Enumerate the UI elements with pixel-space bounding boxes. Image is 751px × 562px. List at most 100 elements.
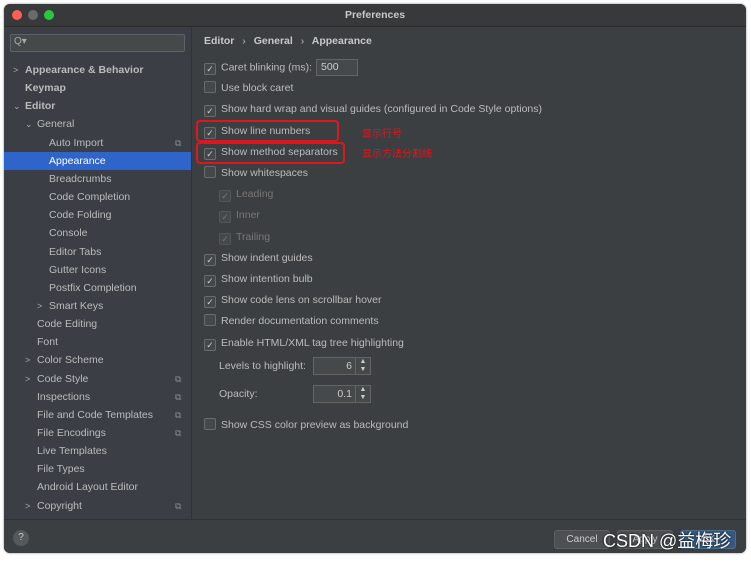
sidebar-item[interactable]: Postfix Completion <box>4 279 191 297</box>
sidebar-item[interactable]: Keymap <box>4 79 191 97</box>
option-checkbox[interactable]: ✓ Show indent guides <box>204 250 313 266</box>
sidebar-item-label: Appearance <box>49 154 106 167</box>
sidebar-item[interactable]: Font <box>4 333 191 351</box>
highlight-box-line-numbers <box>196 120 339 142</box>
sidebar-item[interactable]: > Copyright ⧉ <box>4 497 191 515</box>
sidebar-item-label: Android Layout Editor <box>37 481 138 494</box>
sidebar-item-label: Code Style <box>37 372 89 385</box>
option-checkbox[interactable]: ✓ Trailing <box>219 229 270 245</box>
checkmark-icon[interactable]: ✓ <box>219 190 231 203</box>
sidebar-item[interactable]: Editor Tabs <box>4 243 191 261</box>
chevron-down-icon[interactable]: ⌄ <box>25 115 33 133</box>
minimize-button[interactable] <box>28 10 38 20</box>
checkbox-label: Show indent guides <box>221 251 313 264</box>
sidebar-item[interactable]: Code Editing <box>4 315 191 333</box>
checkbox-icon[interactable] <box>204 81 216 94</box>
sidebar-item[interactable]: > Smart Keys <box>4 297 191 315</box>
spinner-arrows-icon[interactable]: ▲ ▼ <box>355 386 370 402</box>
sidebar-item-label: Gutter Icons <box>49 263 107 276</box>
sidebar-item[interactable]: > Appearance & Behavior <box>4 61 191 79</box>
option-checkbox[interactable]: Show whitespaces <box>204 165 308 181</box>
checkmark-icon[interactable]: ✓ <box>219 211 231 224</box>
sidebar-item[interactable]: Android Layout Editor <box>4 478 191 496</box>
sidebar-item-label: Code Editing <box>37 318 98 331</box>
option-checkbox[interactable]: ✓ Show hard wrap and visual guides (confi… <box>204 101 542 118</box>
checkbox-icon[interactable] <box>204 418 216 430</box>
option-checkbox[interactable]: Use block caret <box>204 80 293 96</box>
sidebar-item[interactable]: Auto Import ⧉ <box>4 134 191 152</box>
sidebar-item[interactable]: File Types <box>4 460 191 478</box>
checkmark-icon[interactable]: ✓ <box>204 105 216 118</box>
checkbox-label: Leading <box>236 188 274 201</box>
sidebar-item[interactable]: ⌄ General <box>4 115 191 133</box>
window-title: Preferences <box>344 9 406 21</box>
sidebar-item[interactable]: File and Code Templates ⧉ <box>4 406 191 424</box>
sidebar-item[interactable]: Inspections ⧉ <box>4 388 191 406</box>
checkmark-icon[interactable]: ✓ <box>204 338 216 351</box>
sidebar-item-label: Keymap <box>25 82 66 95</box>
sidebar-item[interactable]: Code Completion <box>4 188 191 206</box>
sidebar-item[interactable]: > Code Style ⧉ <box>4 370 191 388</box>
help-button[interactable]: ? <box>13 530 29 546</box>
sidebar-item-label: File Encodings <box>37 427 106 439</box>
sidebar-item-label: Font <box>37 336 59 349</box>
option-checkbox[interactable]: ✓ Leading <box>219 186 274 203</box>
checkbox-label: Caret blinking (ms): <box>221 61 313 74</box>
caret-blinking-input[interactable]: 500 <box>316 59 359 76</box>
project-settings-icon: ⧉ <box>175 391 182 402</box>
search-input[interactable]: Q▾ <box>10 34 185 52</box>
checkmark-icon[interactable]: ✓ <box>204 275 216 287</box>
css-preview-checkbox[interactable]: Show CSS color preview as background <box>204 417 408 433</box>
zoom-button[interactable] <box>44 10 54 20</box>
sidebar-item-label: Code Completion <box>49 191 131 204</box>
project-settings-icon: ⧉ <box>175 428 182 438</box>
sidebar-item-label: File Types <box>37 463 85 476</box>
checkbox-label: Render documentation comments <box>221 315 379 328</box>
annotation-method-separators: 显示方法分割线 <box>362 149 432 160</box>
sidebar-item[interactable]: Appearance <box>4 151 191 170</box>
checkbox-label: Show intention bulb <box>221 273 313 285</box>
sidebar-item[interactable]: Breadcrumbs <box>4 170 191 188</box>
opacity-value: 0.1 <box>337 388 352 400</box>
checkmark-icon[interactable]: ✓ <box>204 296 216 309</box>
chevron-down-icon[interactable]: ⌄ <box>13 97 21 115</box>
option-checkbox[interactable]: ✓ Caret blinking (ms): 500 <box>204 59 359 76</box>
sidebar-item[interactable]: Gutter Icons <box>4 261 191 279</box>
checkbox-label: Inner <box>236 209 260 222</box>
option-checkbox[interactable]: ✓ Enable HTML/XML tag tree highlighting <box>204 335 404 351</box>
sidebar-item-label: Editor Tabs <box>49 245 102 258</box>
sidebar-item[interactable]: Live Templates <box>4 442 191 460</box>
close-button[interactable] <box>12 10 22 20</box>
checkbox-icon[interactable] <box>204 166 216 178</box>
option-checkbox[interactable]: Render documentation comments <box>204 313 379 329</box>
sidebar-item[interactable]: Console <box>4 224 191 242</box>
chevron-right-icon[interactable]: > <box>25 497 30 515</box>
option-checkbox[interactable]: ✓ Show code lens on scrollbar hover <box>204 292 382 309</box>
sidebar-item[interactable]: > Color Scheme <box>4 351 191 369</box>
spinner-arrows-icon[interactable]: ▲ ▼ <box>355 358 370 374</box>
chevron-right-icon[interactable]: > <box>25 370 30 388</box>
chevron-right-icon[interactable]: > <box>13 61 18 79</box>
checkmark-icon[interactable]: ✓ <box>219 232 231 245</box>
checkbox-label: Enable HTML/XML tag tree highlighting <box>221 336 404 349</box>
chevron-right-icon[interactable]: > <box>25 351 30 369</box>
opacity-spinner[interactable]: 0.1 ▲ ▼ <box>313 385 371 403</box>
sidebar-item[interactable]: ⌄ Editor <box>4 97 191 115</box>
breadcrumb-item[interactable]: General <box>254 35 293 47</box>
checkbox-icon[interactable] <box>204 314 216 327</box>
annotation-line-numbers: 显示行号 <box>362 129 402 140</box>
cancel-button[interactable]: Cancel <box>554 530 610 549</box>
checkbox-label: Use block caret <box>221 82 294 95</box>
breadcrumb-item[interactable]: Editor <box>204 35 234 47</box>
option-checkbox[interactable]: ✓ Inner <box>219 207 260 224</box>
sidebar-item[interactable]: File Encodings ⧉ <box>4 424 191 442</box>
checkmark-icon[interactable]: ✓ <box>204 63 216 76</box>
levels-spinner[interactable]: 6 ▲ ▼ <box>313 357 371 375</box>
sidebar-item[interactable]: Code Folding <box>4 206 191 224</box>
sidebar-item-label: Smart Keys <box>49 299 104 312</box>
checkbox-label: Show code lens on scrollbar hover <box>221 294 382 307</box>
checkmark-icon[interactable]: ✓ <box>204 253 216 266</box>
preferences-window: Preferences Q▾ > Appearance & Behavior Key… <box>4 4 746 553</box>
option-checkbox[interactable]: ✓ Show intention bulb <box>204 271 313 287</box>
chevron-right-icon[interactable]: > <box>37 297 42 315</box>
